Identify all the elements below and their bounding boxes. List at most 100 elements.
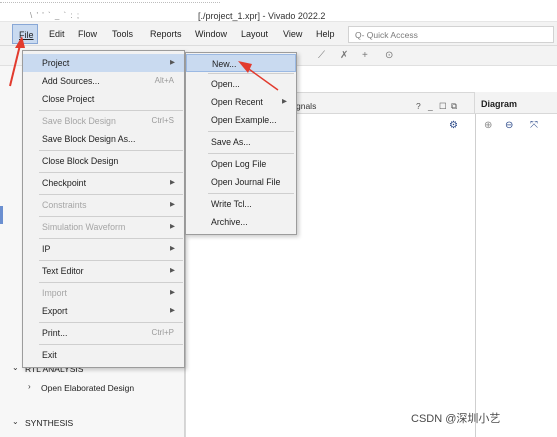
submenu-item-label: Open Journal File (211, 177, 281, 187)
file-menu-item-label: Checkpoint (42, 178, 87, 188)
submenu-item-write-tcl[interactable]: Write Tcl... (186, 195, 296, 213)
maximize-icon[interactable]: ☐ (439, 101, 447, 112)
shortcut-label: Ctrl+S (151, 116, 174, 125)
submenu-item-open-recent[interactable]: Open Recent ▶ (186, 93, 296, 111)
file-menu-item-close-block-design[interactable]: Close Block Design (23, 152, 184, 170)
menu-reports[interactable]: Reports (150, 29, 182, 39)
file-menu-item-label: Simulation Waveform (42, 222, 126, 232)
title-bar: \ ' ' ` _ ` : ; [./project_1.xpr] - Viva… (0, 0, 557, 22)
float-icon[interactable]: ⧉ (451, 101, 457, 112)
file-menu-item-save-block-design-as[interactable]: Save Block Design As... (23, 130, 184, 148)
submenu-arrow-icon: ▶ (170, 245, 175, 252)
menu-separator (39, 110, 183, 111)
menu-separator (39, 194, 183, 195)
submenu-item-open[interactable]: Open... (186, 75, 296, 93)
submenu-item-label: Save As... (211, 137, 251, 147)
file-menu-item-label: Text Editor (42, 266, 84, 276)
help-icon[interactable]: ? (416, 101, 421, 111)
submenu-item-archive[interactable]: Archive... (186, 213, 296, 231)
menu-file-label: File (19, 30, 34, 40)
file-menu-item-label: Constraints (42, 200, 87, 210)
menu-separator (39, 216, 183, 217)
file-menu-item-label: Import (42, 288, 67, 298)
menu-view[interactable]: View (283, 29, 302, 39)
minimize-icon[interactable]: _ (428, 101, 433, 111)
file-menu-item-add-sources[interactable]: Add Sources... Alt+A (23, 72, 184, 90)
fit-icon[interactable]: ⤧ (530, 120, 538, 131)
file-menu-item-label: Save Block Design (42, 116, 116, 126)
submenu-item-save-as[interactable]: Save As... (186, 133, 296, 151)
file-menu-item-exit[interactable]: Exit (23, 346, 184, 364)
cross-tool-icon[interactable]: ✗ (340, 50, 348, 61)
submenu-item-label: Open Recent (211, 97, 263, 107)
file-menu-item-label: Add Sources... (42, 76, 100, 86)
menu-separator (39, 344, 183, 345)
selection-edge (0, 206, 3, 224)
menu-separator (208, 131, 294, 132)
file-menu-item-simulation-waveform[interactable]: Simulation Waveform ▶ (23, 218, 184, 236)
menu-separator (39, 282, 183, 283)
menu-separator (39, 322, 183, 323)
menu-layout[interactable]: Layout (241, 29, 268, 39)
file-menu-item-project[interactable]: Project ▶ (23, 54, 184, 72)
menu-separator (208, 193, 294, 194)
submenu-arrow-icon: ▶ (170, 307, 175, 314)
menu-bar: File Edit Flow Tools Reports Window Layo… (0, 22, 557, 46)
file-menu-item-import[interactable]: Import ▶ (23, 284, 184, 302)
file-menu-item-constraints[interactable]: Constraints ▶ (23, 196, 184, 214)
chevron-right-icon[interactable]: › (28, 382, 31, 391)
tab-signals[interactable]: gnals (296, 101, 316, 111)
menu-separator (208, 153, 294, 154)
target-icon[interactable]: ⊙ (385, 50, 393, 61)
shortcut-label: Ctrl+P (151, 328, 174, 337)
file-menu-item-text-editor[interactable]: Text Editor ▶ (23, 262, 184, 280)
file-menu-item-close-project[interactable]: Close Project (23, 90, 184, 108)
file-menu-item-print[interactable]: Print... Ctrl+P (23, 324, 184, 342)
submenu-item-open-example[interactable]: Open Example... (186, 111, 296, 129)
menu-window[interactable]: Window (195, 29, 227, 39)
menu-separator (39, 238, 183, 239)
zoom-in-icon[interactable]: ⊕ (484, 120, 492, 131)
file-menu-item-label: IP (42, 244, 51, 254)
file-menu-item-label: Print... (42, 328, 68, 338)
file-menu-item-label: Project (42, 58, 70, 68)
menu-tools[interactable]: Tools (112, 29, 133, 39)
diagram-panel (475, 92, 557, 437)
submenu-item-label: Open Example... (211, 115, 277, 125)
submenu-arrow-icon: ▶ (170, 179, 175, 186)
submenu-item-new[interactable]: New... (186, 54, 296, 72)
shortcut-label: Alt+A (154, 76, 174, 85)
project-submenu: New... Open... Open Recent ▶ Open Exampl… (185, 52, 297, 235)
submenu-item-label: Open Log File (211, 159, 267, 169)
chevron-down-icon[interactable]: ⌄ (12, 363, 19, 372)
menu-separator (39, 260, 183, 261)
file-menu-item-label: Close Block Design (42, 156, 119, 166)
tool-icon[interactable]: ⟋ (318, 50, 325, 61)
menu-help[interactable]: Help (316, 29, 335, 39)
submenu-arrow-icon: ▶ (282, 98, 287, 105)
open-elaborated-design-link[interactable]: Open Elaborated Design (41, 383, 134, 393)
menu-separator (208, 73, 294, 74)
file-menu: Project ▶ Add Sources... Alt+A Close Pro… (22, 50, 185, 368)
plus-icon[interactable]: + (362, 50, 368, 61)
quick-access-search[interactable]: Q- Quick Access (348, 26, 554, 43)
file-menu-item-export[interactable]: Export ▶ (23, 302, 184, 320)
submenu-item-open-log-file[interactable]: Open Log File (186, 155, 296, 173)
gear-icon[interactable]: ⚙ (449, 120, 458, 131)
file-menu-item-checkpoint[interactable]: Checkpoint ▶ (23, 174, 184, 192)
submenu-item-label: Write Tcl... (211, 199, 252, 209)
chevron-down-icon[interactable]: ⌄ (12, 417, 19, 426)
submenu-arrow-icon: ▶ (170, 201, 175, 208)
menu-file[interactable]: File (12, 24, 38, 44)
submenu-item-open-journal-file[interactable]: Open Journal File (186, 173, 296, 191)
file-menu-item-ip[interactable]: IP ▶ (23, 240, 184, 258)
title-fragment: \ ' ' ` _ ` : ; (30, 11, 81, 20)
submenu-arrow-icon: ▶ (170, 223, 175, 230)
menu-edit[interactable]: Edit (49, 29, 65, 39)
synthesis-heading[interactable]: SYNTHESIS (25, 418, 73, 428)
title-bar-decoration (0, 2, 220, 5)
zoom-out-icon[interactable]: ⊖ (505, 120, 513, 131)
menu-flow[interactable]: Flow (78, 29, 97, 39)
file-menu-item-save-block-design[interactable]: Save Block Design Ctrl+S (23, 112, 184, 130)
submenu-arrow-icon: ▶ (170, 289, 175, 296)
